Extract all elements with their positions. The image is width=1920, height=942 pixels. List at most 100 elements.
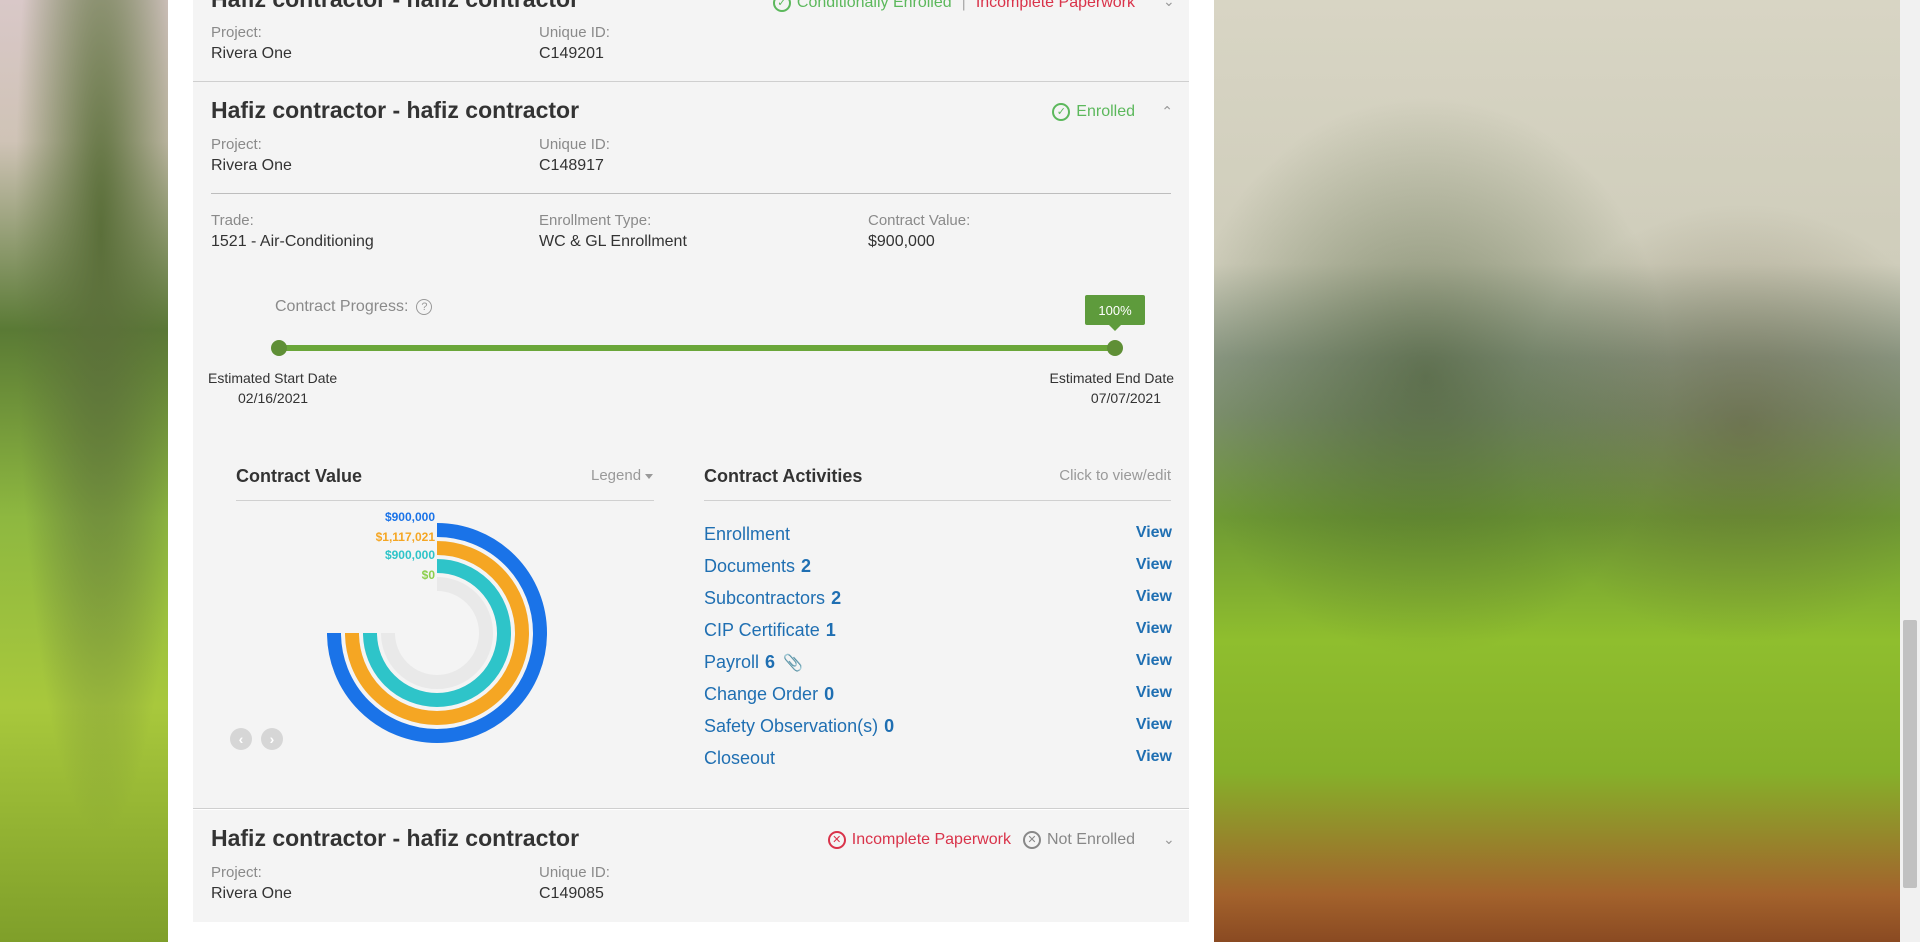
- radial-bar-label: $900,000: [384, 548, 435, 562]
- activity-name: CIP Certificate: [704, 620, 820, 640]
- contract-progress-label: Contract Progress: ?: [275, 298, 433, 316]
- contractor-title: Hafiz contractor - hafiz contractor: [211, 97, 580, 123]
- section-divider: [211, 193, 1171, 194]
- activity-count: 1: [825, 620, 836, 640]
- activity-link[interactable]: Safety Observation(s) 0: [704, 716, 894, 737]
- trade-label: Trade:: [211, 212, 254, 229]
- status-incomplete-paperwork: Incomplete Paperwork: [851, 831, 1011, 848]
- start-date-value: 02/16/2021: [238, 390, 309, 406]
- activity-row: Payroll 6 📎 View: [704, 652, 1172, 684]
- progress-percent-badge: 100%: [1085, 295, 1145, 325]
- activity-link[interactable]: Subcontractors 2: [704, 588, 841, 609]
- activity-row: Change Order 0 View: [704, 684, 1172, 716]
- scrollbar-thumb[interactable]: [1903, 620, 1917, 888]
- page-scrollbar[interactable]: [1900, 0, 1920, 942]
- contractor-status: ✕ Incomplete Paperwork ✕ Not Enrolled: [827, 831, 1135, 849]
- activity-link[interactable]: Change Order 0: [704, 684, 834, 705]
- background-landscape-left: [0, 0, 168, 942]
- legend-dropdown[interactable]: Legend: [591, 467, 653, 484]
- unique-id-value: C149085: [539, 885, 604, 902]
- activity-link[interactable]: Closeout: [704, 748, 775, 769]
- radial-bar-label: $1,117,021: [375, 530, 435, 544]
- activity-count: 0: [884, 716, 895, 736]
- radial-track: [381, 577, 493, 689]
- activity-view-link[interactable]: View: [1136, 588, 1172, 606]
- activity-row: Subcontractors 2 View: [704, 588, 1172, 620]
- activity-name: Enrollment: [704, 524, 791, 544]
- activity-link[interactable]: Enrollment: [704, 524, 790, 545]
- contract-value-value: $900,000: [868, 233, 935, 250]
- contract-activities-rule: [704, 500, 1171, 501]
- contract-value-title: Contract Value: [236, 466, 363, 486]
- activity-row: Safety Observation(s) 0 View: [704, 716, 1172, 748]
- activity-count: 2: [831, 588, 842, 608]
- enrollment-type-label: Enrollment Type:: [539, 212, 652, 229]
- status-separator: |: [961, 0, 966, 11]
- x-circle-icon: ✕: [827, 831, 846, 849]
- chart-prev-arrow[interactable]: ‹: [230, 728, 252, 750]
- activity-count: 6: [765, 652, 776, 672]
- activity-view-link[interactable]: View: [1136, 652, 1172, 670]
- end-date-value: 07/07/2021: [1090, 390, 1161, 406]
- activity-view-link[interactable]: View: [1136, 524, 1172, 542]
- check-circle-icon: ✓: [1052, 103, 1071, 121]
- contractor-list-panel: Hafiz contractor - hafiz contractor ✓ Co…: [168, 0, 1214, 942]
- project-value: Rivera One: [211, 45, 292, 62]
- contract-activities-list: Enrollment View Documents 2 View Subcontracto…: [704, 524, 1172, 784]
- contract-progress-fill: [279, 345, 1115, 351]
- contract-activities-title: Contract Activities: [704, 466, 863, 486]
- contractor-title: Hafiz contractor - hafiz contractor: [211, 825, 580, 851]
- activity-name: Safety Observation(s): [704, 716, 879, 736]
- activity-name: Change Order: [704, 684, 819, 704]
- activity-link[interactable]: CIP Certificate 1: [704, 620, 836, 641]
- contractor-card[interactable]: Hafiz contractor - hafiz contractor ✕ In…: [193, 810, 1189, 922]
- contract-value-rule: [236, 500, 654, 501]
- activity-count: 2: [801, 556, 812, 576]
- activity-link[interactable]: Payroll 6 📎: [704, 652, 803, 673]
- background-landscape-right: [1214, 0, 1920, 942]
- chart-next-arrow[interactable]: ›: [261, 728, 283, 750]
- project-label: Project:: [211, 864, 262, 881]
- activity-name: Subcontractors: [704, 588, 826, 608]
- activity-view-link[interactable]: View: [1136, 748, 1172, 766]
- radial-bar-label: $900,000: [384, 510, 435, 524]
- click-to-view-hint: Click to view/edit: [1059, 467, 1171, 484]
- activity-view-link[interactable]: View: [1136, 684, 1172, 702]
- status-conditionally-enrolled: Conditionally Enrolled: [796, 0, 952, 11]
- project-label: Project:: [211, 136, 262, 153]
- activity-count: 0: [824, 684, 835, 704]
- chevron-down-icon[interactable]: ⌄: [1163, 832, 1175, 846]
- activity-row: Documents 2 View: [704, 556, 1172, 588]
- x-circle-gray-icon: ✕: [1022, 831, 1041, 849]
- unique-id-label: Unique ID:: [539, 24, 610, 41]
- unique-id-label: Unique ID:: [539, 864, 610, 881]
- contractor-card-expanded[interactable]: Hafiz contractor - hafiz contractor ✓ En…: [193, 82, 1189, 809]
- contract-value-label: Contract Value:: [868, 212, 971, 229]
- chevron-up-icon[interactable]: ⌄: [1161, 103, 1173, 119]
- paperclip-icon[interactable]: 📎: [783, 653, 803, 673]
- status-not-enrolled: Not Enrolled: [1046, 831, 1135, 848]
- contractor-card[interactable]: Hafiz contractor - hafiz contractor ✓ Co…: [193, 0, 1189, 82]
- enrollment-type-value: WC & GL Enrollment: [539, 233, 687, 250]
- contract-progress-text: Contract Progress:: [275, 298, 409, 315]
- activity-link[interactable]: Documents 2: [704, 556, 811, 577]
- unique-id-label: Unique ID:: [539, 136, 610, 153]
- trade-value: 1521 - Air-Conditioning: [211, 233, 374, 250]
- start-date-label: Estimated Start Date: [208, 370, 338, 386]
- progress-start-knob: [271, 340, 287, 356]
- radial-bar-label: $0: [421, 568, 435, 582]
- unique-id-value: C149201: [539, 45, 604, 62]
- contractor-status: ✓ Enrolled: [1052, 103, 1135, 121]
- progress-badge-pointer: [1109, 325, 1121, 331]
- activity-name: Payroll: [704, 652, 760, 672]
- activity-view-link[interactable]: View: [1136, 716, 1172, 734]
- chevron-down-icon[interactable]: ⌄: [1163, 0, 1175, 8]
- contractor-title: Hafiz contractor - hafiz contractor: [211, 0, 579, 13]
- activity-view-link[interactable]: View: [1136, 620, 1172, 638]
- activity-view-link[interactable]: View: [1136, 556, 1172, 574]
- project-value: Rivera One: [211, 885, 292, 902]
- activity-row: Closeout View: [704, 748, 1172, 780]
- question-circle-icon[interactable]: ?: [416, 299, 433, 315]
- contractor-status: ✓ Conditionally Enrolled | Incomplete Pa…: [772, 0, 1135, 12]
- contract-progress-track: [271, 340, 1123, 356]
